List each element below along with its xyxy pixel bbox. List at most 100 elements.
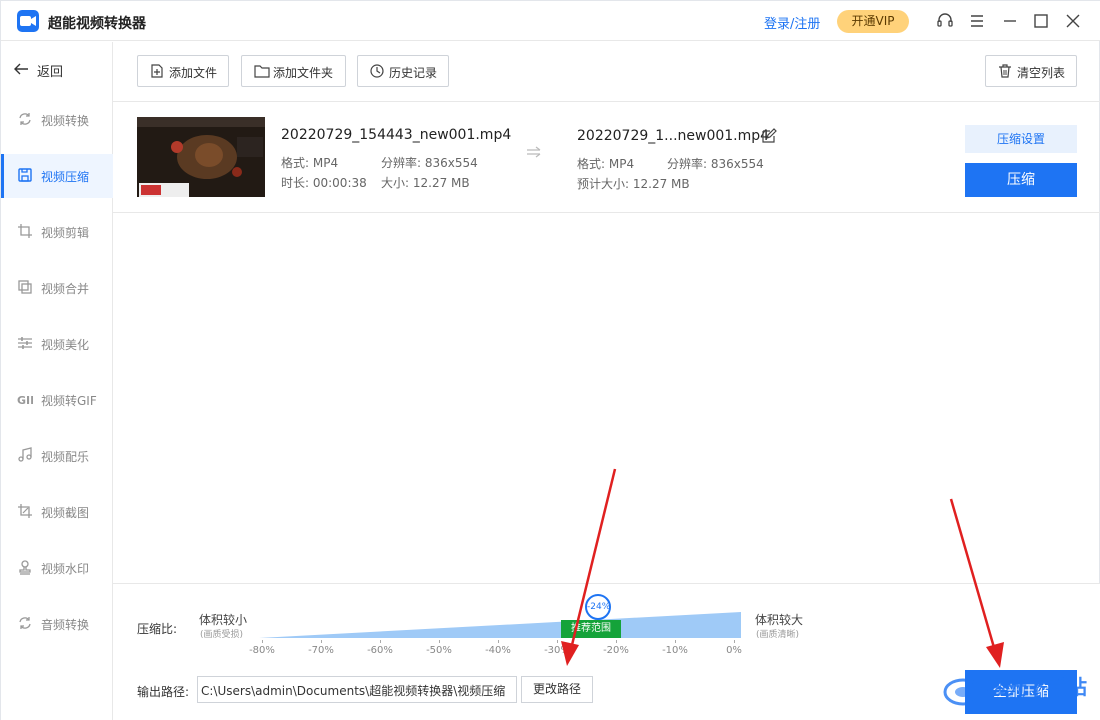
- sidebar-item-label: 视频美化: [41, 338, 90, 352]
- history-label: 历史记录: [389, 66, 438, 80]
- output-estimated-size: 预计大小: 12.27 MB: [577, 177, 690, 191]
- slider-tick-mark: [380, 640, 381, 643]
- login-register-link[interactable]: 登录/注册: [764, 13, 820, 32]
- smaller-size-sublabel: (画质受损): [200, 630, 244, 640]
- history-button[interactable]: 历史记录: [357, 55, 449, 87]
- source-format: 格式: MP4: [281, 156, 339, 170]
- recommend-range-badge: 推荐范围: [561, 620, 621, 638]
- sidebar-item-label: 视频合并: [41, 282, 90, 296]
- trash-icon: [999, 64, 1011, 78]
- sidebar-item-label: 视频水印: [41, 562, 90, 576]
- sidebar-item-video-watermark[interactable]: 视频水印: [1, 546, 113, 590]
- sidebar-item-label: 视频配乐: [41, 450, 90, 464]
- sidebar-item-video-music[interactable]: 视频配乐: [1, 434, 113, 478]
- clear-list-button[interactable]: 清空列表: [985, 55, 1077, 87]
- arrow-right-icon: [527, 146, 541, 158]
- slider-tick-mark: [734, 640, 735, 643]
- clock-icon: [370, 64, 384, 78]
- slider-tick-label: -30%: [544, 645, 570, 656]
- add-folder-button[interactable]: 添加文件夹: [241, 55, 346, 87]
- slider-tick-label: -50%: [426, 645, 452, 656]
- larger-size-label: 体积较大: [755, 613, 804, 627]
- slider-tick-mark: [675, 640, 676, 643]
- menu-icon[interactable]: [968, 12, 986, 30]
- file-item-row[interactable]: 20220729_154443_new001.mp4 格式: MP4 分辨率: …: [113, 102, 1100, 213]
- sidebar-item-video-convert[interactable]: 视频转换: [1, 98, 113, 142]
- output-path-field[interactable]: C:\Users\admin\Documents\超能视频转换器\视频压缩: [197, 676, 517, 703]
- maximize-icon[interactable]: [1032, 12, 1050, 30]
- sidebar-item-label: 视频转换: [41, 114, 90, 128]
- change-path-button[interactable]: 更改路径: [521, 676, 593, 703]
- sidebar-item-video-beautify[interactable]: 视频美化: [1, 322, 113, 366]
- close-icon[interactable]: [1064, 12, 1082, 30]
- slider-tick-mark: [557, 640, 558, 643]
- compression-slider[interactable]: 推荐范围 -24% -80% -70% -60% -50% -40% -30% -20% -1…: [249, 594, 749, 670]
- larger-size-sublabel: (画质清晰): [756, 630, 800, 640]
- slider-tick-label: -70%: [308, 645, 334, 656]
- support-headset-icon[interactable]: [936, 12, 954, 30]
- title-bar: 超能视频转换器 登录/注册 开通VIP: [1, 1, 1100, 41]
- minimize-icon[interactable]: [1001, 12, 1019, 30]
- compression-ratio-label: 压缩比:: [137, 622, 178, 636]
- sidebar-item-label: 视频压缩: [41, 170, 90, 184]
- gif-icon: GIF: [17, 394, 33, 407]
- sidebar-item-video-screenshot[interactable]: 视频截图: [1, 490, 113, 534]
- back-label: 返回: [37, 65, 64, 80]
- app-window: 超能视频转换器 登录/注册 开通VIP 返回 视频转换 视频压缩 视频剪辑 视频…: [0, 0, 1100, 720]
- vip-button[interactable]: 开通VIP: [837, 10, 909, 33]
- sidebar-item-label: 音频转换: [41, 618, 90, 632]
- folder-icon: [254, 65, 270, 78]
- slider-tick-mark: [262, 640, 263, 643]
- output-resolution: 分辨率: 836x554: [667, 157, 764, 171]
- add-folder-label: 添加文件夹: [273, 66, 334, 80]
- slider-tick-label: -60%: [367, 645, 393, 656]
- sidebar-item-video-compress[interactable]: 视频压缩: [1, 154, 113, 198]
- sidebar-item-video-merge[interactable]: 视频合并: [1, 266, 113, 310]
- merge-icon: [18, 280, 32, 294]
- slider-tick-label: -10%: [662, 645, 688, 656]
- crop-icon: [18, 224, 32, 238]
- sidebar-item-label: 视频转GIF: [41, 394, 97, 408]
- output-format: 格式: MP4: [577, 157, 635, 171]
- smaller-size-label: 体积较小: [199, 613, 248, 627]
- output-path-label: 输出路径:: [137, 685, 190, 699]
- add-file-icon: [151, 64, 163, 78]
- compress-icon: [18, 168, 32, 182]
- source-file-name: 20220729_154443_new001.mp4: [281, 127, 512, 143]
- slider-tick-mark: [498, 640, 499, 643]
- sidebar-item-label: 视频截图: [41, 506, 90, 520]
- slider-tick-label: 0%: [726, 645, 742, 656]
- video-thumbnail: [137, 117, 265, 197]
- sidebar-item-audio-convert[interactable]: 音频转换: [1, 602, 113, 646]
- slider-tick-label: -40%: [485, 645, 511, 656]
- screenshot-icon: [18, 504, 32, 518]
- source-size: 大小: 12.27 MB: [381, 176, 470, 190]
- sidebar-item-video-gif[interactable]: GIF 视频转GIF: [1, 378, 113, 422]
- refresh-icon: [19, 113, 31, 125]
- source-resolution: 分辨率: 836x554: [381, 156, 478, 170]
- sidebar: 返回 视频转换 视频压缩 视频剪辑 视频合并 视频美化 GIF 视频转GIF: [1, 42, 113, 720]
- slider-knob[interactable]: -24%: [585, 594, 611, 620]
- slider-track: [259, 612, 741, 638]
- toolbar: 添加文件 添加文件夹 历史记录 清空列表: [113, 42, 1100, 102]
- edit-icon[interactable]: [761, 128, 777, 144]
- add-file-button[interactable]: 添加文件: [137, 55, 229, 87]
- music-icon: [18, 447, 32, 462]
- stamp-icon: [19, 560, 31, 575]
- output-file-name: 20220729_1...new001.mp4: [577, 128, 770, 144]
- svg-text:GIF: GIF: [17, 394, 33, 407]
- arrow-left-icon: [14, 63, 28, 75]
- add-file-label: 添加文件: [169, 66, 218, 80]
- compress-settings-button[interactable]: 压缩设置: [965, 125, 1077, 153]
- app-title: 超能视频转换器: [48, 16, 146, 32]
- slider-tick-label: -20%: [603, 645, 629, 656]
- compress-button[interactable]: 压缩: [965, 163, 1077, 197]
- source-duration: 时长: 00:00:38: [281, 176, 367, 190]
- clear-list-label: 清空列表: [1017, 66, 1066, 80]
- sliders-icon: [18, 337, 32, 349]
- slider-tick-mark: [321, 640, 322, 643]
- site-watermark-text: 极光下载站: [987, 675, 1087, 699]
- sidebar-item-label: 视频剪辑: [41, 226, 90, 240]
- app-logo-icon: [17, 10, 39, 32]
- sidebar-item-video-edit[interactable]: 视频剪辑: [1, 210, 113, 254]
